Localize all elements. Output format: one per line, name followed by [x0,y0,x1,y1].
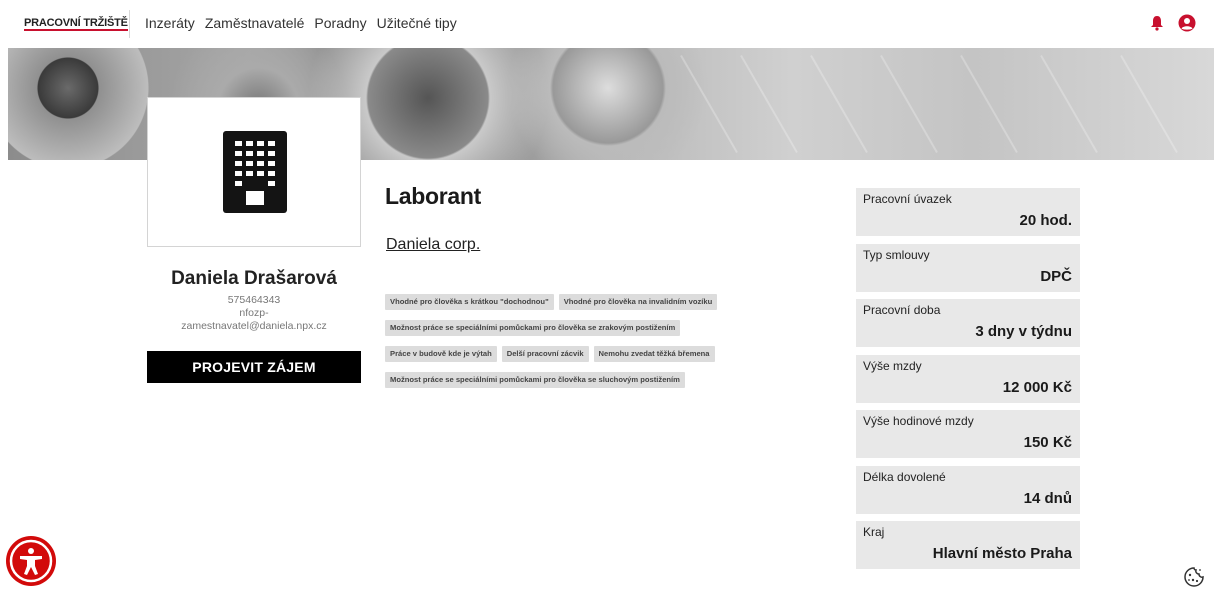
accessibility-button[interactable] [6,536,56,586]
contact-name: Daniela Drašarová [171,268,337,289]
contact-email-line1: nfozp- [239,307,269,319]
detail-value: 14 dnů [1023,489,1072,507]
logo-text: PRACOVNÍ TRŽIŠTĚ [24,17,128,31]
contact-email-line2: zamestnavatel@daniela.npx.cz [181,320,327,332]
detail-label: Výše hodinové mzdy [863,414,974,428]
nav-link-poradny[interactable]: Poradny [314,15,366,31]
main-menu: Inzeráty Zaměstnavatelé Poradny Užitečné… [145,15,467,31]
tag: Vhodné pro člověka s krátkou "dochodnou" [385,294,554,310]
job-title: Laborant [385,183,481,209]
nav-link-zamestnavatele[interactable]: Zaměstnavatelé [205,15,305,31]
tag: Nemohu zvedat těžká břemena [593,346,715,362]
cookie-icon[interactable] [1183,566,1205,588]
nav-divider [129,10,130,38]
tag: Práce v budově kde je výtah [385,346,497,362]
detail-working-time: Pracovní doba 3 dny v týdnu [856,299,1080,347]
top-navigation: PRACOVNÍ TRŽIŠTĚ Inzeráty Zaměstnavatelé… [0,0,1214,48]
building-icon [223,131,287,213]
contact-phone: 575464343 [227,294,281,306]
bell-icon[interactable] [1150,15,1164,31]
detail-value: 12 000 Kč [1002,378,1072,396]
detail-label: Výše mzdy [863,358,922,373]
job-details-panel: Pracovní úvazek 20 hod. Typ smlouvy DPČ … [856,188,1080,577]
accessibility-icon [9,539,53,583]
detail-vacation: Délka dovolené 14 dnů [856,465,1080,514]
detail-label: Typ smlouvy [863,247,930,262]
nav-link-uzitecne-tipy[interactable]: Užitečné tipy [377,15,457,31]
detail-label: Pracovní doba [863,303,941,317]
user-circle-icon[interactable] [1178,14,1196,32]
detail-value: Hlavní město Praha [932,545,1072,562]
detail-label: Pracovní úvazek [863,192,952,206]
detail-label: Délka dovolené [863,469,946,484]
tag: Vhodné pro člověka na invalidním vozíku [558,294,718,310]
detail-contract-type: Typ smlouvy DPČ [856,243,1080,292]
employer-contact: Daniela Drašarová 575464343 nfozp- zames… [147,268,361,333]
tag: Delší pracovní zácvik [501,346,589,362]
job-detail-page: PRACOVNÍ TRŽIŠTĚ Inzeráty Zaměstnavatelé… [0,0,1214,593]
detail-workload: Pracovní úvazek 20 hod. [856,188,1080,236]
tag: Možnost práce se speciálními pomůckami p… [385,320,681,336]
detail-hourly-wage: Výše hodinové mzdy 150 Kč [856,410,1080,458]
detail-region: Kraj Hlavní město Praha [856,521,1080,569]
detail-value: 20 hod. [1019,212,1072,229]
detail-value: DPČ [1040,267,1072,285]
nav-link-inzeraty[interactable]: Inzeráty [145,15,195,31]
tag: Možnost práce se speciálními pomůckami p… [385,372,685,388]
nav-icons [1150,14,1196,32]
detail-label: Kraj [863,525,885,539]
detail-value: 150 Kč [1023,434,1072,451]
detail-value: 3 dny v týdnu [975,323,1072,340]
company-logo-card [147,97,361,247]
company-link[interactable]: Daniela corp. [386,236,480,254]
detail-salary: Výše mzdy 12 000 Kč [856,354,1080,403]
show-interest-button[interactable]: PROJEVIT ZÁJEM [147,351,361,383]
site-logo[interactable]: PRACOVNÍ TRŽIŠTĚ [20,13,128,35]
job-tags: Vhodné pro člověka s krátkou "dochodnou"… [385,294,785,398]
